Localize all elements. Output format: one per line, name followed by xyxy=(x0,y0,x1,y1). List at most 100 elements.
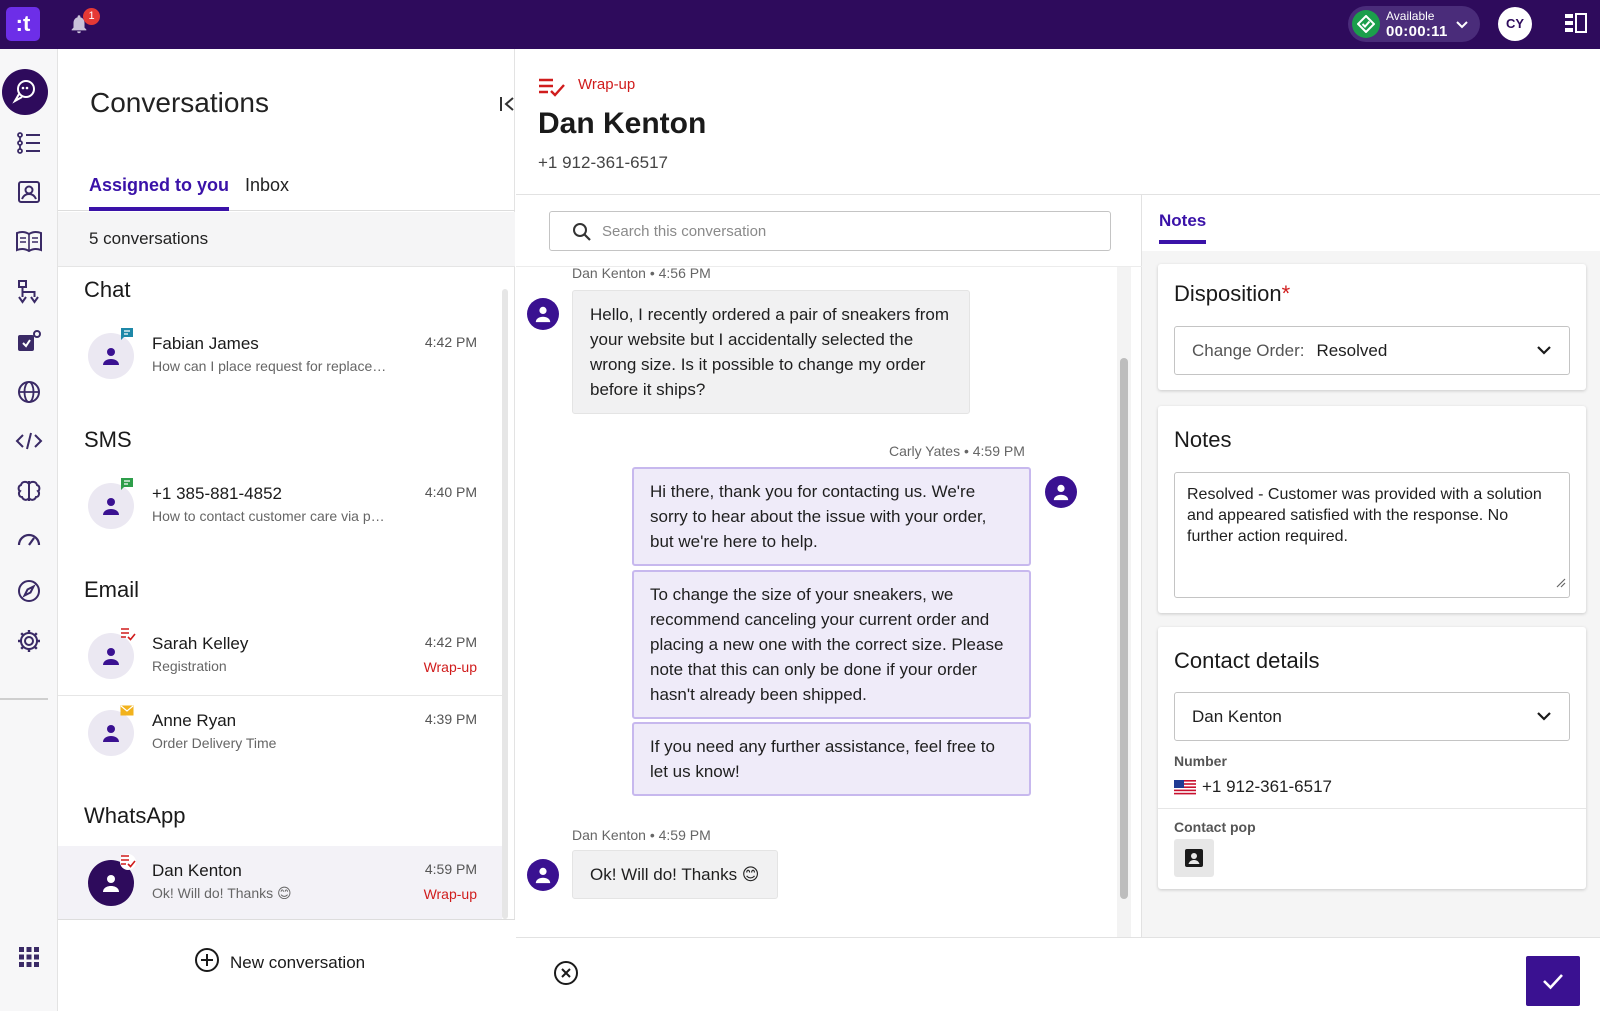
conversation-count: 5 conversations xyxy=(89,229,209,248)
complete-wrapup-button[interactable] xyxy=(1526,956,1580,1006)
conversation-time: 4:39 PM xyxy=(424,711,477,727)
tab-assigned-to-you[interactable]: Assigned to you xyxy=(89,175,230,211)
dashboard-gauge-icon[interactable] xyxy=(9,519,49,559)
conversation-item[interactable]: Fabian James How can I place request for… xyxy=(58,319,502,395)
resize-handle-icon[interactable] xyxy=(1556,573,1566,594)
message-meta: Dan Kenton • 4:56 PM xyxy=(572,265,711,281)
disposition-select-label: Change Order: xyxy=(1192,341,1305,360)
contact-name: Dan Kenton xyxy=(538,107,707,140)
details-panel: Notes Disposition* Change Order: Resolved… xyxy=(1142,195,1600,937)
contact-pop-button[interactable] xyxy=(1174,839,1214,877)
wrapup-icon xyxy=(538,77,566,102)
agent-avatar xyxy=(1045,476,1077,508)
add-circle-icon xyxy=(194,947,220,978)
disposition-title: Disposition* xyxy=(1174,281,1291,306)
required-mark: * xyxy=(1281,281,1291,306)
contact-pop-label: Contact pop xyxy=(1174,819,1256,835)
message-bubble-outgoing: Hi there, thank you for contacting us. W… xyxy=(632,467,1031,566)
conversation-time: 4:40 PM xyxy=(424,484,477,500)
knowledge-book-icon[interactable] xyxy=(9,221,49,261)
conversation-list-scrollbar[interactable] xyxy=(502,289,508,919)
contact-details-card: Contact details Dan Kenton Number +1 912… xyxy=(1158,627,1586,889)
notification-count-badge: 1 xyxy=(83,8,100,25)
number-label: Number xyxy=(1174,753,1227,769)
code-icon[interactable] xyxy=(9,421,49,461)
search-placeholder: Search this conversation xyxy=(602,223,767,240)
apps-grid-icon[interactable] xyxy=(9,937,49,977)
wrapup-status: Wrap-up xyxy=(423,659,477,675)
conversations-icon[interactable] xyxy=(2,69,48,115)
contact-card-icon xyxy=(1185,849,1203,867)
wrapup-status: Wrap-up xyxy=(423,886,477,902)
section-title-sms: SMS xyxy=(84,427,132,452)
section-title-chat: Chat xyxy=(84,277,131,302)
conversation-name: Dan Kenton xyxy=(152,861,242,880)
sms-icon xyxy=(120,477,136,493)
notes-card: Notes Resolved - Customer was provided w… xyxy=(1158,406,1586,613)
status-label: Available xyxy=(1386,9,1435,23)
integrations-icon[interactable] xyxy=(9,322,49,362)
conversation-time: 4:59 PM xyxy=(424,861,477,877)
customer-avatar xyxy=(527,298,559,330)
section-title-email: Email xyxy=(84,577,140,602)
message-meta: Carly Yates • 4:59 PM xyxy=(889,443,1025,459)
contact-phone: +1 912-361-6517 xyxy=(538,153,668,172)
number-value: +1 912-361-6517 xyxy=(1202,777,1332,796)
close-conversation-icon[interactable] xyxy=(553,960,579,991)
conversations-title: Conversations xyxy=(90,87,269,118)
disposition-value: Change Order: Resolved xyxy=(1192,341,1387,361)
contacts-icon[interactable] xyxy=(9,172,49,212)
chevron-down-icon xyxy=(1454,16,1470,37)
disposition-card: Disposition* Change Order: Resolved xyxy=(1158,264,1586,390)
app-logo[interactable]: :t xyxy=(6,7,40,41)
conversation-search-input[interactable]: Search this conversation xyxy=(549,211,1111,251)
wrapup-icon xyxy=(120,627,136,643)
notes-textarea[interactable]: Resolved - Customer was provided with a … xyxy=(1174,472,1570,598)
conversation-preview: How to contact customer care via phone? xyxy=(152,508,392,524)
nav-rail xyxy=(0,49,58,1011)
customer-avatar xyxy=(527,859,559,891)
conversation-item[interactable]: Anne Ryan Order Delivery Time 4:39 PM xyxy=(58,696,502,772)
collapse-panel-icon[interactable] xyxy=(498,94,518,119)
conversation-time: 4:42 PM xyxy=(424,334,477,350)
checkmark-icon xyxy=(1543,974,1563,990)
tab-notes[interactable]: Notes xyxy=(1159,211,1207,244)
globe-icon[interactable] xyxy=(9,372,49,412)
tab-inbox[interactable]: Inbox xyxy=(245,175,289,196)
agent-status-selector[interactable]: Available 00:00:11 xyxy=(1348,6,1480,42)
compass-icon[interactable] xyxy=(9,571,49,611)
chevron-down-icon xyxy=(1535,709,1553,728)
message-bubble-outgoing: If you need any further assistance, feel… xyxy=(632,722,1031,796)
new-conversation-button[interactable]: New conversation xyxy=(194,947,365,978)
number-row: +1 912-361-6517 xyxy=(1174,777,1332,797)
chat-area: Search this conversation Dan Kenton • 4:… xyxy=(516,195,1142,937)
wrapup-icon xyxy=(120,854,136,870)
disposition-selected: Resolved xyxy=(1316,341,1388,360)
conversation-item[interactable]: Sarah Kelley Registration 4:42 PM Wrap-u… xyxy=(58,619,502,695)
new-conversation-label: New conversation xyxy=(230,952,366,972)
conversation-header: Wrap-up Dan Kenton +1 912-361-6517 xyxy=(516,49,1600,195)
settings-gear-icon[interactable] xyxy=(9,621,49,661)
conversation-count-row: 5 conversations xyxy=(58,212,515,267)
wrapup-state-label: Wrap-up xyxy=(578,76,636,93)
panel-layout-icon[interactable] xyxy=(1564,13,1588,40)
chat-scrollbar[interactable] xyxy=(1120,358,1128,899)
conversation-item[interactable]: +1 385-881-4852 How to contact customer … xyxy=(58,469,502,545)
notes-title: Notes xyxy=(1174,427,1232,452)
search-icon xyxy=(572,222,592,247)
status-timer: 00:00:11 xyxy=(1386,23,1448,40)
queue-list-icon[interactable] xyxy=(9,123,49,163)
conversation-preview: Registration xyxy=(152,658,227,674)
section-title-whatsapp: WhatsApp xyxy=(84,803,186,828)
disposition-select[interactable]: Change Order: Resolved xyxy=(1174,326,1570,375)
user-avatar[interactable]: CY xyxy=(1498,7,1532,41)
ai-brain-icon[interactable] xyxy=(9,471,49,511)
contact-select[interactable]: Dan Kenton xyxy=(1174,692,1570,741)
conversation-item-selected[interactable]: Dan Kenton Ok! Will do! Thanks 😊 4:59 PM… xyxy=(58,846,502,922)
message-bubble-incoming: Ok! Will do! Thanks 😊 xyxy=(572,850,778,899)
routing-flow-icon[interactable] xyxy=(9,272,49,312)
conversation-name: +1 385-881-4852 xyxy=(152,484,282,503)
us-flag-icon xyxy=(1174,779,1196,795)
conversation-preview: Ok! Will do! Thanks 😊 xyxy=(152,885,292,901)
message-bubble-incoming: Hello, I recently ordered a pair of snea… xyxy=(572,290,970,414)
